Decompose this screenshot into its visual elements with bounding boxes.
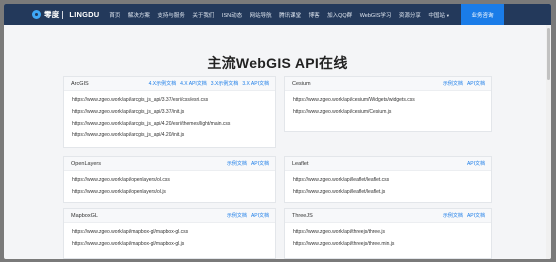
card-title: ArcGIS	[71, 80, 89, 87]
link-examples[interactable]: 示例文档	[227, 160, 247, 167]
card-body: https://www.zgeo.work/api/openlayers/ol.…	[64, 171, 275, 201]
api-card-threejs: ThreeJS 示例文档 API文档 https://www.zgeo.work…	[284, 208, 492, 259]
api-url[interactable]: https://www.zgeo.work/api/threejs/three.…	[293, 229, 491, 241]
api-url[interactable]: https://www.zgeo.work/api/mapbox-gl/mapb…	[72, 229, 275, 241]
logo-icon	[32, 10, 41, 19]
nav-link-label: 资源分享	[398, 12, 421, 19]
card-title: OpenLayers	[71, 160, 101, 167]
card-body: https://www.zgeo.work/api/cesium/Widgets…	[285, 91, 491, 121]
card-links: 示例文档 API文档	[223, 160, 269, 167]
nav-link-label: WebGIS学习	[359, 12, 392, 19]
card-links: 4.X示例文档 4.X API文档 3.X示例文档 3.X API文档	[145, 80, 269, 87]
nav-link-label: 支持与服务	[157, 12, 185, 19]
card-header: ThreeJS 示例文档 API文档	[285, 209, 491, 223]
card-links: API文档	[463, 160, 485, 167]
site-logo[interactable]: 零度 LINGDU	[32, 9, 99, 20]
link-examples[interactable]: 示例文档	[443, 80, 463, 87]
link-api-docs[interactable]: API文档	[467, 80, 485, 87]
card-links: 示例文档 API文档	[223, 212, 269, 219]
logo-brand: 零度	[44, 10, 60, 19]
link-3x-api-docs[interactable]: 3.X API文档	[242, 80, 269, 87]
nav-link-label: 网站导航	[249, 12, 272, 19]
link-4x-examples[interactable]: 4.X示例文档	[149, 80, 177, 87]
nav-link-label: 加入QQ群	[327, 12, 353, 19]
api-card-leaflet: Leaflet API文档 https://www.zgeo.work/api/…	[284, 156, 492, 203]
nav-link-blog[interactable]: 博客	[309, 11, 320, 19]
api-card-arcgis: ArcGIS 4.X示例文档 4.X API文档 3.X示例文档 3.X API…	[63, 76, 276, 148]
nav-link-site-nav[interactable]: 网站导航	[250, 11, 272, 19]
api-url[interactable]: https://www.zgeo.work/api/arcgis_js_api/…	[72, 97, 275, 109]
nav-link-resources[interactable]: 资源分享	[399, 11, 421, 19]
logo-divider	[62, 10, 64, 19]
nav-link-label: 首页	[109, 12, 121, 19]
api-url[interactable]: https://www.zgeo.work/api/arcgis_js_api/…	[72, 132, 275, 144]
api-url[interactable]: https://www.zgeo.work/api/arcgis_js_api/…	[72, 109, 275, 121]
nav-link-label: 关于我们	[192, 12, 215, 19]
api-url[interactable]: https://www.zgeo.work/api/openlayers/ol.…	[72, 189, 275, 201]
nav-link-label: 解决方案	[127, 12, 150, 19]
nav-link-news[interactable]: ISN动态	[222, 11, 242, 19]
api-url[interactable]: https://www.zgeo.work/api/cesium/Cesium.…	[293, 109, 491, 121]
card-body: https://www.zgeo.work/api/arcgis_js_api/…	[64, 91, 275, 144]
card-header: ArcGIS 4.X示例文档 4.X API文档 3.X示例文档 3.X API…	[64, 77, 275, 91]
nav-link-about[interactable]: 关于我们	[192, 11, 214, 19]
api-url[interactable]: https://www.zgeo.work/api/mapbox-gl/mapb…	[72, 241, 275, 253]
link-api-docs[interactable]: API文档	[251, 212, 269, 219]
nav-link-support[interactable]: 支持与服务	[157, 11, 185, 19]
api-url[interactable]: https://www.zgeo.work/api/leaflet/leafle…	[293, 177, 491, 189]
link-examples[interactable]: 示例文档	[443, 212, 463, 219]
card-title: Cesium	[292, 80, 311, 87]
card-title: Leaflet	[292, 160, 309, 167]
api-card-mapboxgl: MapboxGL 示例文档 API文档 https://www.zgeo.wor…	[63, 208, 276, 259]
nav-link-solutions[interactable]: 解决方案	[128, 11, 150, 19]
card-links: 示例文档 API文档	[439, 212, 485, 219]
consult-button[interactable]: 业务咨询	[461, 4, 504, 25]
link-3x-examples[interactable]: 3.X示例文档	[211, 80, 239, 87]
link-4x-api-docs[interactable]: 4.X API文档	[180, 80, 207, 87]
api-url[interactable]: https://www.zgeo.work/api/cesium/Widgets…	[293, 97, 491, 109]
nav-link-home[interactable]: 首页	[109, 11, 120, 19]
api-url[interactable]: https://www.zgeo.work/api/threejs/three.…	[293, 241, 491, 253]
card-header: OpenLayers 示例文档 API文档	[64, 157, 275, 171]
link-api-docs[interactable]: API文档	[251, 160, 269, 167]
card-title: MapboxGL	[71, 212, 98, 219]
link-api-docs[interactable]: API文档	[467, 212, 485, 219]
api-url[interactable]: https://www.zgeo.work/api/arcgis_js_api/…	[72, 121, 275, 133]
card-title: ThreeJS	[292, 212, 313, 219]
browser-viewport: 零度 LINGDU 首页 解决方案 支持与服务 关于我们 ISN动态 网站导航 …	[4, 4, 551, 259]
api-url[interactable]: https://www.zgeo.work/api/leaflet/leafle…	[293, 189, 491, 201]
nav-link-tencent-class[interactable]: 腾讯课堂	[279, 11, 301, 19]
link-examples[interactable]: 示例文档	[227, 212, 247, 219]
nav-link-label: ISN动态	[221, 12, 243, 19]
nav-link-label: 腾讯课堂	[279, 12, 302, 19]
link-api-docs[interactable]: API文档	[467, 160, 485, 167]
card-links: 示例文档 API文档	[439, 80, 485, 87]
nav-link-region[interactable]: 中国站▼	[428, 11, 449, 19]
card-header: Leaflet API文档	[285, 157, 491, 171]
card-header: MapboxGL 示例文档 API文档	[64, 209, 275, 223]
nav-menu: 首页 解决方案 支持与服务 关于我们 ISN动态 网站导航 腾讯课堂 博客 加入…	[109, 11, 457, 19]
card-header: Cesium 示例文档 API文档	[285, 77, 491, 91]
api-card-cesium: Cesium 示例文档 API文档 https://www.zgeo.work/…	[284, 76, 492, 132]
nav-link-label: 博客	[308, 12, 320, 19]
card-body: https://www.zgeo.work/api/threejs/three.…	[285, 223, 491, 253]
card-body: https://www.zgeo.work/api/mapbox-gl/mapb…	[64, 223, 275, 253]
api-card-openlayers: OpenLayers 示例文档 API文档 https://www.zgeo.w…	[63, 156, 276, 203]
top-navbar: 零度 LINGDU 首页 解决方案 支持与服务 关于我们 ISN动态 网站导航 …	[4, 4, 551, 25]
card-body: https://www.zgeo.work/api/leaflet/leafle…	[285, 171, 491, 201]
api-url[interactable]: https://www.zgeo.work/api/openlayers/ol.…	[72, 177, 275, 189]
scrollbar-thumb[interactable]	[547, 28, 550, 80]
nav-link-qq-group[interactable]: 加入QQ群	[327, 11, 352, 19]
nav-link-label: 中国站	[428, 12, 445, 19]
page-title: 主流WebGIS API在线	[207, 55, 348, 71]
chevron-down-icon: ▼	[445, 12, 450, 18]
nav-link-webgis-learning[interactable]: WebGIS学习	[360, 11, 392, 19]
logo-latin: LINGDU	[69, 10, 100, 19]
